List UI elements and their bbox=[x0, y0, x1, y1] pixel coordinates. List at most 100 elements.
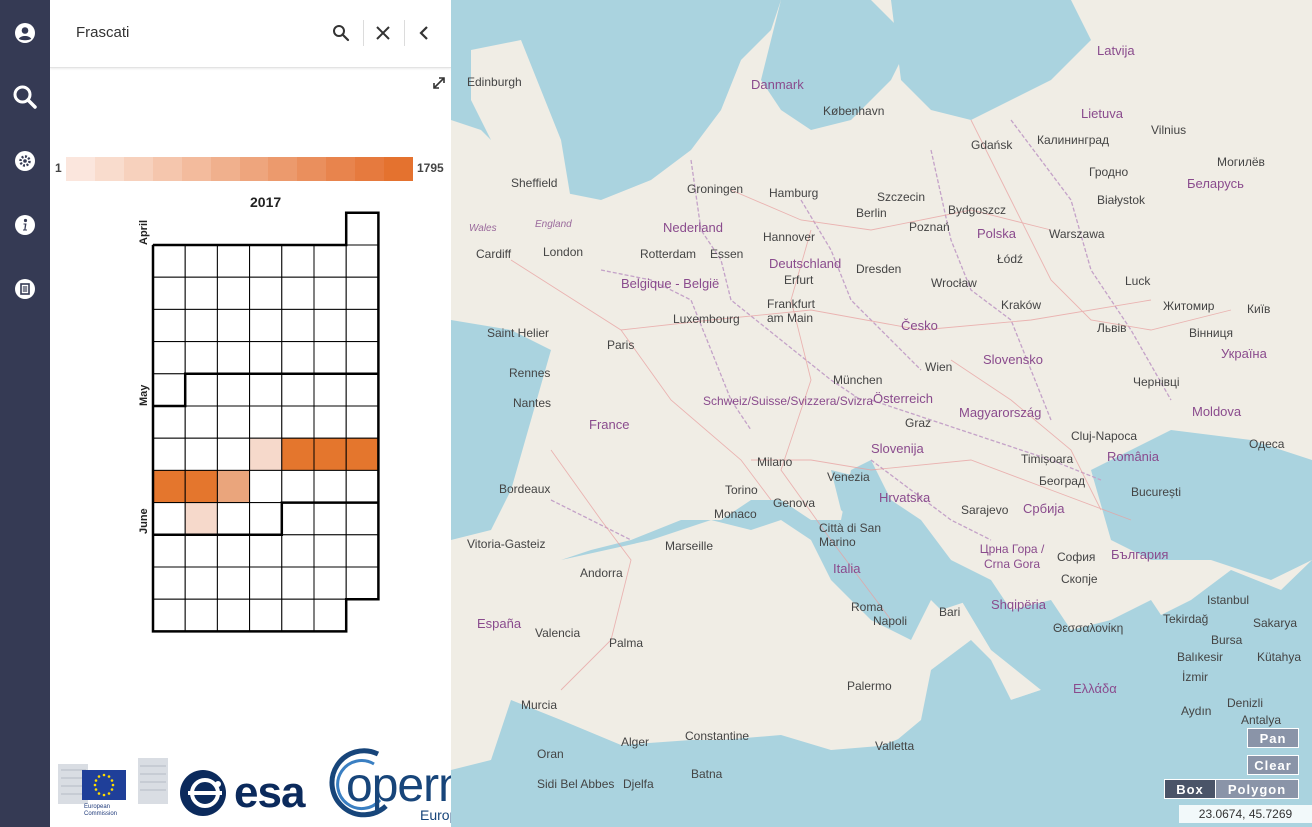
calendar-day-cell[interactable] bbox=[345, 244, 379, 278]
calendar-day-cell[interactable] bbox=[184, 308, 218, 343]
calendar-day-cell[interactable] bbox=[249, 502, 283, 536]
map-view[interactable]: Danmark Latvija Lietuva Nederland Deutsc… bbox=[451, 0, 1312, 827]
calendar-day-cell[interactable] bbox=[281, 534, 315, 568]
calendar-day-cell[interactable] bbox=[313, 598, 347, 632]
calendar-day-cell[interactable] bbox=[281, 598, 315, 632]
calendar-day-cell[interactable] bbox=[152, 405, 186, 439]
document-icon[interactable] bbox=[8, 272, 42, 306]
calendar-day-cell[interactable] bbox=[313, 244, 347, 278]
calendar-day-cell[interactable] bbox=[152, 341, 186, 375]
calendar-day-cell[interactable] bbox=[216, 276, 251, 310]
calendar-day-cell[interactable] bbox=[184, 469, 218, 504]
calendar-day-cell[interactable] bbox=[216, 308, 251, 343]
calendar-day-cell[interactable] bbox=[281, 502, 315, 536]
calendar-day-cell[interactable] bbox=[313, 405, 347, 439]
calendar-day-cell[interactable] bbox=[313, 566, 347, 600]
calendar-day-cell[interactable] bbox=[345, 341, 379, 375]
calendar-day-cell[interactable] bbox=[184, 534, 218, 568]
calendar-day-cell[interactable] bbox=[249, 566, 283, 600]
calendar-day-cell[interactable] bbox=[216, 469, 251, 504]
calendar-day-cell[interactable] bbox=[184, 244, 218, 278]
calendar-day-cell[interactable] bbox=[216, 244, 251, 278]
calendar-day-cell[interactable] bbox=[216, 341, 251, 375]
calendar-day-cell[interactable] bbox=[216, 534, 251, 568]
user-icon[interactable] bbox=[8, 16, 42, 50]
pan-button[interactable]: Pan bbox=[1247, 728, 1299, 748]
calendar-day-cell[interactable] bbox=[313, 341, 347, 375]
calendar-day-cell[interactable] bbox=[152, 437, 186, 471]
calendar-day-cell[interactable] bbox=[249, 276, 283, 310]
calendar-day-cell[interactable] bbox=[281, 373, 315, 407]
calendar-day-cell[interactable] bbox=[152, 308, 186, 343]
calendar-day-cell[interactable] bbox=[216, 566, 251, 600]
calendar-day-cell[interactable] bbox=[184, 405, 218, 439]
calendar-day-cell[interactable] bbox=[249, 534, 283, 568]
calendar-day-cell[interactable] bbox=[345, 276, 379, 310]
calendar-day-cell[interactable] bbox=[152, 502, 186, 536]
map-city-label: Denizli bbox=[1227, 696, 1264, 710]
calendar-day-cell[interactable] bbox=[281, 405, 315, 439]
map-city-label: Łódź bbox=[997, 252, 1024, 266]
clear-button[interactable]: Clear bbox=[1247, 755, 1299, 775]
calendar-day-cell[interactable] bbox=[281, 566, 315, 600]
calendar-day-cell[interactable] bbox=[184, 341, 218, 375]
calendar-day-cell[interactable] bbox=[345, 469, 379, 504]
calendar-day-cell[interactable] bbox=[345, 405, 379, 439]
calendar-day-cell[interactable] bbox=[345, 566, 379, 600]
calendar-day-cell[interactable] bbox=[249, 598, 283, 632]
search-icon[interactable] bbox=[8, 80, 42, 114]
calendar-day-cell[interactable] bbox=[345, 373, 379, 407]
calendar-day-cell[interactable] bbox=[216, 598, 251, 632]
calendar-day-cell[interactable] bbox=[281, 341, 315, 375]
calendar-day-cell[interactable] bbox=[281, 308, 315, 343]
map-city-label: Wien bbox=[925, 360, 953, 374]
map-city-label: Essen bbox=[710, 247, 744, 261]
calendar-day-cell[interactable] bbox=[249, 373, 283, 407]
calendar-day-cell[interactable] bbox=[249, 405, 283, 439]
calendar-day-cell[interactable] bbox=[345, 437, 379, 471]
calendar-day-cell[interactable] bbox=[281, 437, 315, 471]
calendar-day-cell[interactable] bbox=[313, 308, 347, 343]
calendar-day-cell[interactable] bbox=[281, 244, 315, 278]
calendar-day-cell[interactable] bbox=[345, 212, 379, 246]
calendar-day-cell[interactable] bbox=[152, 244, 186, 278]
calendar-day-cell[interactable] bbox=[249, 341, 283, 375]
calendar-day-cell[interactable] bbox=[249, 308, 283, 343]
calendar-day-cell[interactable] bbox=[216, 502, 251, 536]
calendar-day-cell[interactable] bbox=[281, 469, 315, 504]
settings-icon[interactable] bbox=[8, 144, 42, 178]
calendar-day-cell[interactable] bbox=[249, 437, 283, 471]
box-select-button[interactable]: Box bbox=[1164, 779, 1216, 799]
calendar-day-cell[interactable] bbox=[345, 502, 379, 536]
calendar-day-cell[interactable] bbox=[313, 502, 347, 536]
calendar-day-cell[interactable] bbox=[184, 276, 218, 310]
calendar-day-cell[interactable] bbox=[216, 437, 251, 471]
map-city-label: Oran bbox=[537, 747, 564, 761]
calendar-day-cell[interactable] bbox=[184, 502, 218, 536]
calendar-day-cell[interactable] bbox=[152, 373, 186, 407]
calendar-day-cell[interactable] bbox=[313, 469, 347, 504]
calendar-day-cell[interactable] bbox=[184, 598, 218, 632]
calendar-day-cell[interactable] bbox=[313, 276, 347, 310]
calendar-day-cell[interactable] bbox=[184, 566, 218, 600]
calendar-day-cell[interactable] bbox=[152, 276, 186, 310]
calendar-day-cell[interactable] bbox=[281, 276, 315, 310]
info-icon[interactable] bbox=[8, 208, 42, 242]
calendar-day-cell[interactable] bbox=[152, 566, 186, 600]
calendar-day-cell[interactable] bbox=[184, 437, 218, 471]
calendar-day-cell[interactable] bbox=[152, 534, 186, 568]
calendar-day-cell[interactable] bbox=[216, 373, 251, 407]
calendar-day-cell[interactable] bbox=[152, 598, 186, 632]
calendar-day-cell[interactable] bbox=[152, 469, 186, 504]
map-city-label: Saint Helier bbox=[487, 326, 550, 340]
calendar-day-cell[interactable] bbox=[216, 405, 251, 439]
calendar-day-cell[interactable] bbox=[313, 534, 347, 568]
calendar-day-cell[interactable] bbox=[345, 534, 379, 568]
calendar-day-cell[interactable] bbox=[313, 437, 347, 471]
calendar-day-cell[interactable] bbox=[345, 308, 379, 343]
calendar-day-cell[interactable] bbox=[313, 373, 347, 407]
calendar-day-cell[interactable] bbox=[249, 244, 283, 278]
calendar-day-cell[interactable] bbox=[249, 469, 283, 504]
calendar-day-cell[interactable] bbox=[184, 373, 218, 407]
polygon-select-button[interactable]: Polygon bbox=[1215, 779, 1299, 799]
